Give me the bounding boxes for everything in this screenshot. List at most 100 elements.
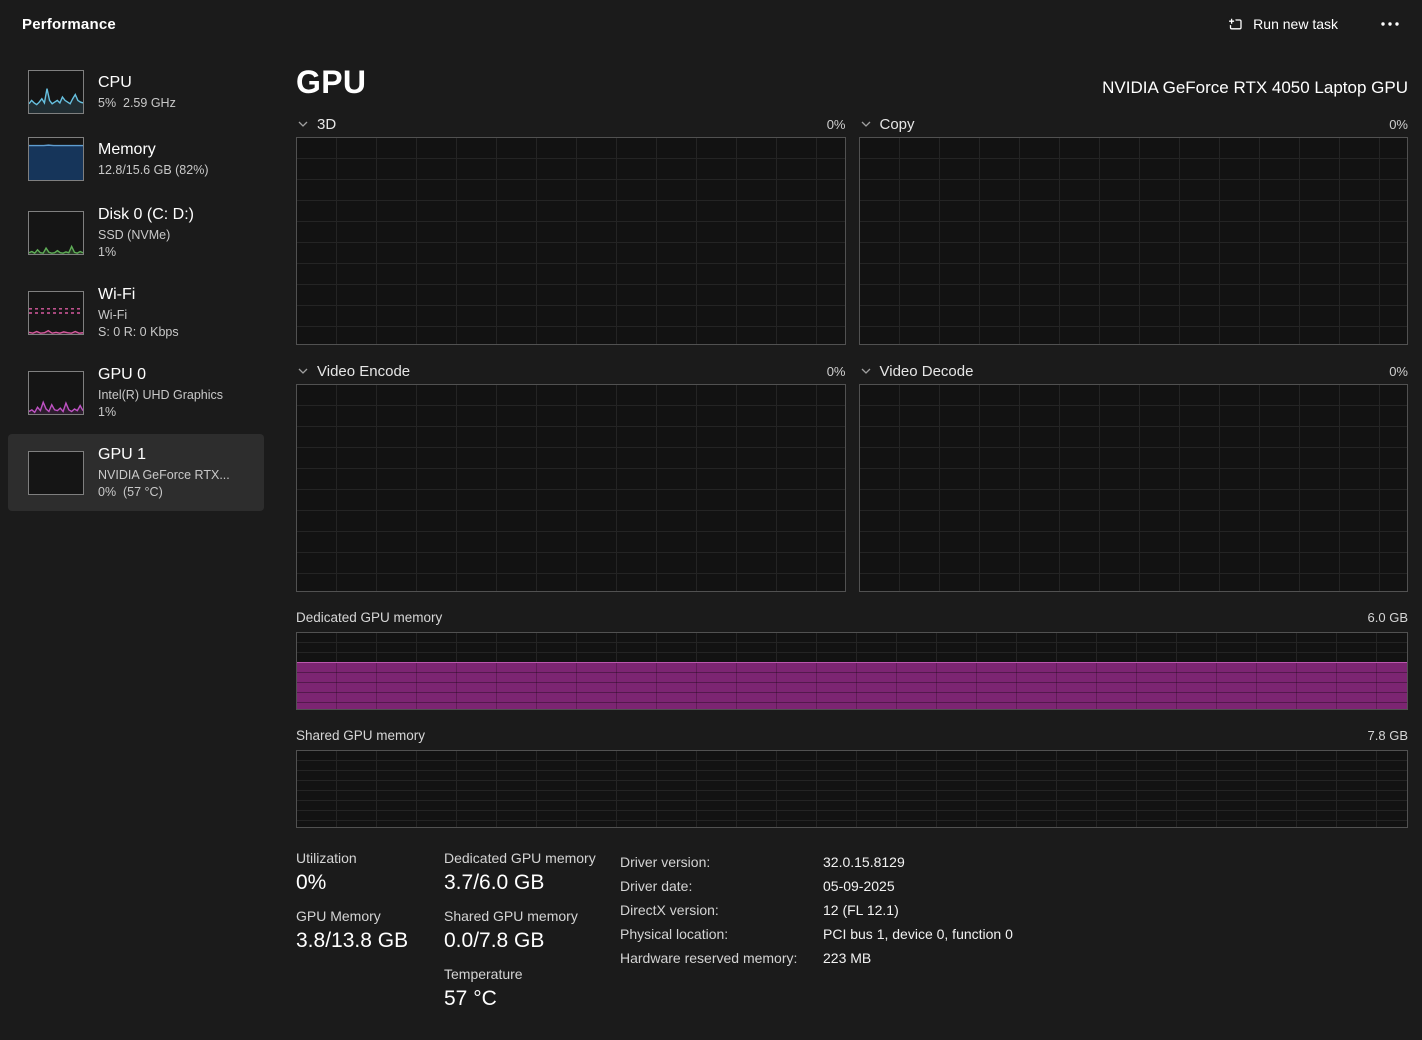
chart-block-video-encode: Video Encode 0% [296,358,846,592]
chart-block-3d: 3D 0% [296,111,846,345]
disk-mini-graph [28,210,84,255]
ellipsis-icon [1380,21,1400,27]
dedicated-memory-section: Dedicated GPU memory 6.0 GB [296,607,1408,710]
cpu-item-text: CPU 5% 2.59 GHz [98,72,176,112]
sidebar-item-gpu1[interactable]: GPU 1 NVIDIA GeForce RTX... 0% (57 °C) [8,434,264,511]
driver-details: Driver version: 32.0.15.8129 Driver date… [620,850,1408,1024]
detail-physical-location-value: PCI bus 1, device 0, function 0 [823,926,1013,942]
gpu1-item-title: GPU 1 [98,446,147,463]
chart-video-encode-header: Video Encode 0% [296,358,846,384]
cpu-item-stats: 5% 2.59 GHz [98,96,176,110]
sidebar-item-disk0[interactable]: Disk 0 (C: D:) SSD (NVMe) 1% [8,194,264,271]
gpu-device-name: NVIDIA GeForce RTX 4050 Laptop GPU [1102,78,1408,97]
detail-driver-date-value: 05-09-2025 [823,878,895,894]
chart-video-encode-value: 0% [826,363,846,379]
shared-memory-chart [296,750,1408,828]
stats-column-1: Utilization 0% GPU Memory 3.8/13.8 GB [296,850,444,1024]
gpu1-item-text: GPU 1 NVIDIA GeForce RTX... 0% (57 °C) [98,444,230,501]
top-bar: Performance Run new task [0,0,1422,48]
sidebar-item-gpu0[interactable]: GPU 0 Intel(R) UHD Graphics 1% [8,354,264,431]
disk-item-title: Disk 0 (C: D:) [98,206,194,223]
gpu0-item-stats: 1% [98,405,117,419]
sidebar-item-wifi[interactable]: Wi-Fi Wi-Fi S: 0 R: 0 Kbps [8,274,264,351]
stat-shared-memory-label: Shared GPU memory [444,908,578,924]
chart-3d-label-group: 3D [296,116,336,133]
detail-driver-date-label: Driver date: [620,878,693,894]
window-plus-icon [1226,15,1244,33]
sidebar-item-memory[interactable]: Memory 12.8/15.6 GB (82%) [8,127,264,191]
memory-item-stats: 12.8/15.6 GB (82%) [98,163,209,177]
stat-temperature-value: 57 °C [444,987,497,1010]
detail-directx-version-label: DirectX version: [620,902,719,918]
cpu-mini-graph [28,70,84,114]
stat-gpu-memory: GPU Memory 3.8/13.8 GB [296,908,444,953]
chevron-down-icon[interactable] [859,119,873,130]
top-bar-actions: Run new task [1218,9,1408,39]
gpu0-mini-graph [28,370,84,415]
detail-directx-version: DirectX version: 12 (FL 12.1) [620,898,1408,922]
chart-video-decode-label-group: Video Decode [859,362,974,380]
chart-copy-label-group: Copy [859,116,915,133]
disk-item-stats: 1% [98,245,117,259]
wifi-mini-graph [28,290,84,335]
performance-sidebar: CPU 5% 2.59 GHz Memory 12.8/15.6 GB (82%… [0,48,272,1040]
disk-item-type: SSD (NVMe) [98,228,171,242]
stat-shared-memory-value: 0.0/7.8 GB [444,929,545,952]
gpu-video-decode-chart [858,384,1408,592]
chart-video-encode-label-group: Video Encode [296,363,410,380]
detail-driver-version-label: Driver version: [620,854,711,870]
detail-driver-version: Driver version: 32.0.15.8129 [620,850,1408,874]
stat-gpu-memory-value: 3.8/13.8 GB [296,929,409,952]
stat-temperature: Temperature 57 °C [444,966,620,1011]
chart-copy-label: Copy [879,115,915,133]
chart-block-video-decode: Video Decode 0% [858,358,1408,592]
chart-video-encode-label: Video Encode [317,362,411,380]
sidebar-item-cpu[interactable]: CPU 5% 2.59 GHz [8,60,264,124]
chart-video-decode-header: Video Decode 0% [859,358,1408,384]
dedicated-memory-chart [296,632,1408,710]
chart-video-decode-value: 0% [1389,363,1408,379]
chevron-down-icon[interactable] [296,366,310,377]
gpu-detail-pane: GPU NVIDIA GeForce RTX 4050 Laptop GPU 3… [296,48,1408,1024]
more-options-button[interactable] [1372,15,1408,33]
dedicated-memory-fill [297,661,1407,709]
wifi-item-title: Wi-Fi [98,286,136,303]
stat-dedicated-memory-value: 3.7/6.0 GB [444,871,545,894]
disk-item-text: Disk 0 (C: D:) SSD (NVMe) 1% [98,204,194,261]
stat-gpu-memory-label: GPU Memory [296,908,381,924]
chart-3d-label: 3D [317,115,337,133]
stats-column-2: Dedicated GPU memory 3.7/6.0 GB Shared G… [444,850,620,1024]
gpu1-item-name: NVIDIA GeForce RTX... [98,468,230,482]
gpu-copy-chart [858,137,1408,345]
engine-charts-grid: 3D 0% Copy 0% Video Encode 0% Video Deco… [296,111,1408,592]
gpu1-mini-graph [28,450,84,495]
wifi-item-type: Wi-Fi [98,308,128,322]
chart-block-copy: Copy 0% [858,111,1408,345]
chevron-down-icon[interactable] [859,366,873,377]
wifi-item-text: Wi-Fi Wi-Fi S: 0 R: 0 Kbps [98,284,179,341]
shared-memory-max: 7.8 GB [1367,727,1408,743]
stat-utilization-label: Utilization [296,850,357,866]
page-title: Performance [22,15,116,33]
detail-hardware-reserved-memory-value: 223 MB [823,950,872,966]
chevron-down-icon[interactable] [296,119,310,130]
chart-3d-value: 0% [826,116,846,132]
memory-item-title: Memory [98,141,156,158]
run-new-task-button[interactable]: Run new task [1218,9,1346,39]
run-new-task-label: Run new task [1253,16,1338,32]
cpu-item-title: CPU [98,74,132,91]
chart-copy-header: Copy 0% [859,111,1408,137]
gpu-3d-chart [296,137,846,345]
stat-dedicated-memory: Dedicated GPU memory 3.7/6.0 GB [444,850,620,895]
memory-mini-graph [28,137,84,181]
stat-shared-memory: Shared GPU memory 0.0/7.8 GB [444,908,620,953]
gpu0-item-name: Intel(R) UHD Graphics [98,388,224,402]
dedicated-memory-header: Dedicated GPU memory 6.0 GB [296,607,1408,627]
gpu0-item-text: GPU 0 Intel(R) UHD Graphics 1% [98,364,223,421]
detail-physical-location: Physical location: PCI bus 1, device 0, … [620,922,1408,946]
gpu1-item-stats: 0% (57 °C) [98,485,163,499]
chart-video-decode-label: Video Decode [879,362,974,380]
detail-physical-location-label: Physical location: [620,926,729,942]
detail-hardware-reserved-memory-label: Hardware reserved memory: [620,950,798,966]
dedicated-memory-max: 6.0 GB [1367,609,1408,625]
